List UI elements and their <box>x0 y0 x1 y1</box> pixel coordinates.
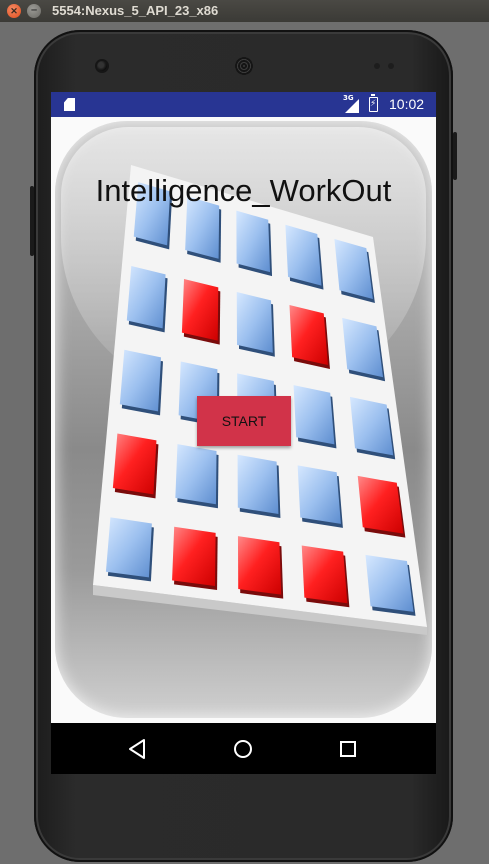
grid-tile-blue <box>175 444 217 505</box>
grid-tile-blue <box>349 396 394 456</box>
minimize-window-button[interactable]: – <box>27 4 41 18</box>
window-title: 5554:Nexus_5_API_23_x86 <box>52 3 219 18</box>
network-type-label: 3G <box>343 94 354 102</box>
status-bar: 3G ⚡ 10:02 <box>51 92 436 117</box>
grid-tile-blue <box>293 385 335 445</box>
grid-tile-red <box>172 526 216 587</box>
start-button[interactable]: START <box>197 396 291 446</box>
signal-icon: 3G <box>343 94 361 113</box>
back-icon[interactable] <box>125 736 151 762</box>
grid-tile-red <box>289 304 328 366</box>
home-icon[interactable] <box>230 736 256 762</box>
grid-tile-red <box>301 545 348 604</box>
navigation-bar <box>51 723 436 774</box>
app-content: Intelligence_WorkOut START <box>51 117 436 723</box>
proximity-sensor <box>374 63 380 69</box>
grid-tile-blue <box>236 291 273 353</box>
emulator-title-bar: ✕ – 5554:Nexus_5_API_23_x86 <box>0 0 489 22</box>
grid-tile-blue <box>297 465 341 524</box>
grid-tile-blue <box>237 454 279 515</box>
grid-tile-blue <box>365 554 414 612</box>
status-clock: 10:02 <box>389 96 425 112</box>
front-camera <box>97 61 107 71</box>
grid-tile-blue <box>119 349 162 412</box>
grid-tile-red <box>357 475 404 534</box>
app-title: Intelligence_WorkOut <box>95 173 392 208</box>
recents-icon[interactable] <box>335 736 361 762</box>
battery-charging-icon: ⚡ <box>369 94 378 112</box>
volume-button[interactable] <box>30 186 34 256</box>
close-icon: ✕ <box>10 6 18 16</box>
grid-tile-red <box>181 278 219 341</box>
sd-card-icon <box>64 98 75 111</box>
light-sensor <box>388 63 394 69</box>
grid-tile-blue <box>285 224 322 286</box>
grid-tile-blue <box>236 210 271 273</box>
grid-tile-blue <box>105 517 152 578</box>
close-window-button[interactable]: ✕ <box>7 4 21 18</box>
power-button[interactable] <box>453 132 457 180</box>
grid-tile-red <box>112 433 157 495</box>
grid-tile-blue <box>126 265 166 329</box>
grid-tile-red <box>237 536 282 595</box>
earpiece-speaker <box>235 57 253 75</box>
minimize-icon: – <box>30 4 38 16</box>
device-screen: 3G ⚡ 10:02 Intelligence_WorkOut START <box>51 92 436 774</box>
charging-bolt: ⚡ <box>370 99 377 109</box>
